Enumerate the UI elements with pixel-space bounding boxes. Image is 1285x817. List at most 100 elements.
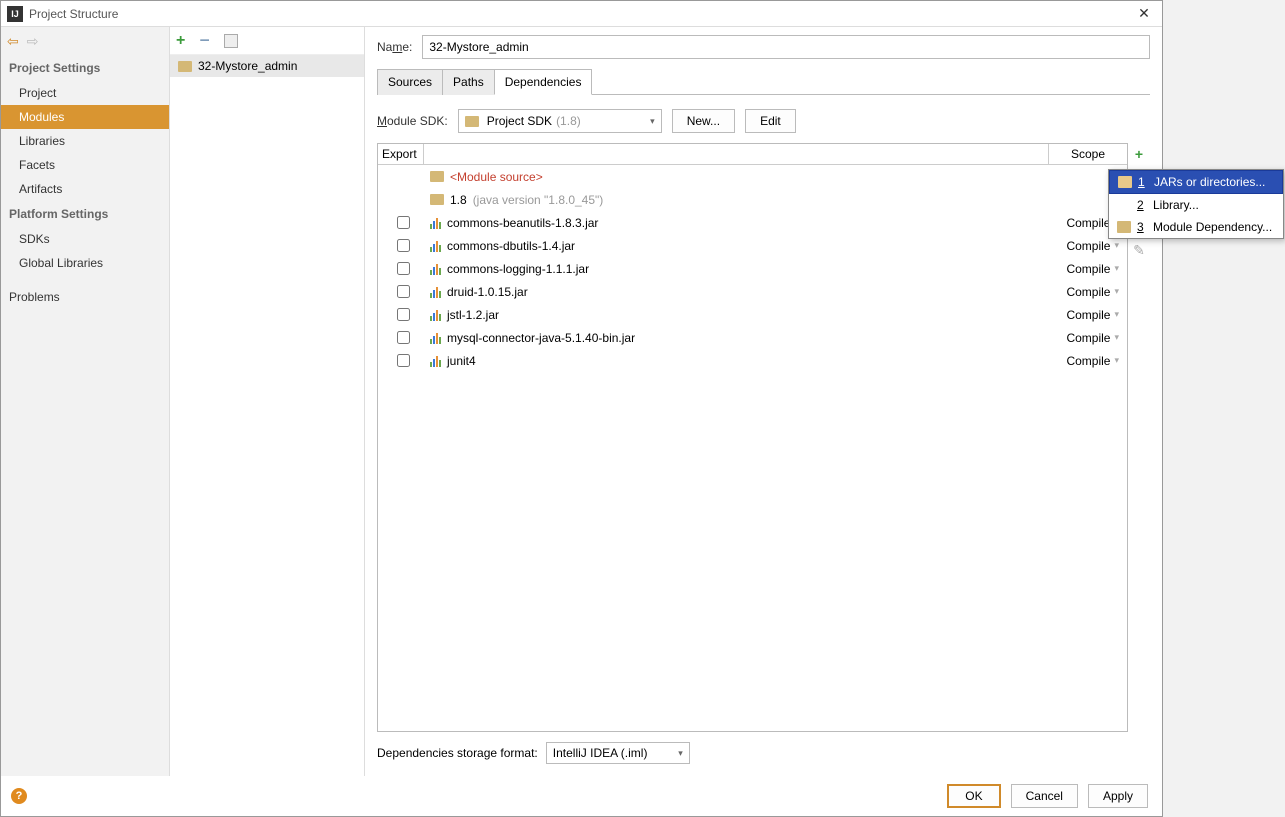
- dep-scope: Compile: [1066, 216, 1110, 230]
- folder-icon: [430, 194, 444, 205]
- sidebar-item-libraries[interactable]: Libraries: [1, 129, 169, 153]
- sidebar-item-global-libraries[interactable]: Global Libraries: [1, 251, 169, 275]
- dependencies-area: Export Scope <Module source>: [377, 143, 1150, 732]
- nav-back-icon[interactable]: ⇦: [7, 33, 19, 50]
- window-title: Project Structure: [29, 7, 1132, 21]
- sidebar-item-artifacts[interactable]: Artifacts: [1, 177, 169, 201]
- chevron-down-icon: ▾: [678, 748, 683, 759]
- sdk-edit-button[interactable]: Edit: [745, 109, 796, 133]
- export-checkbox[interactable]: [397, 354, 410, 367]
- sidebar-item-modules[interactable]: Modules: [1, 105, 169, 129]
- apply-button[interactable]: Apply: [1088, 784, 1148, 808]
- popup-item-num: 3: [1137, 220, 1147, 234]
- chevron-down-icon[interactable]: ▾: [1114, 240, 1119, 251]
- name-label: Name:: [377, 40, 412, 54]
- add-dependency-icon[interactable]: +: [1130, 145, 1148, 163]
- module-node[interactable]: 32-Mystore_admin: [170, 55, 364, 77]
- dep-row[interactable]: jstl-1.2.jarCompile▾: [378, 303, 1127, 326]
- edit-dependency-icon[interactable]: ✎: [1130, 241, 1148, 259]
- dep-scope: Compile: [1066, 239, 1110, 253]
- dep-sdk[interactable]: 1.8 (java version "1.8.0_45"): [378, 188, 1127, 211]
- library-icon: [430, 309, 441, 321]
- copy-module-icon[interactable]: [224, 34, 238, 48]
- col-scope[interactable]: Scope: [1049, 144, 1127, 164]
- dep-scope: Compile: [1066, 285, 1110, 299]
- name-row: Name:: [377, 35, 1150, 59]
- library-icon: [430, 217, 441, 229]
- folder-icon: [1118, 176, 1132, 188]
- sdk-value: Project SDK: [487, 114, 552, 128]
- dependencies-table: Export Scope <Module source>: [377, 143, 1128, 732]
- module-node-label: 32-Mystore_admin: [198, 59, 297, 73]
- close-icon[interactable]: ✕: [1132, 5, 1156, 22]
- dep-row[interactable]: druid-1.0.15.jar Compile ▾: [378, 280, 1127, 303]
- folder-icon: [1117, 221, 1131, 233]
- remove-module-icon[interactable]: −: [199, 30, 210, 51]
- folder-icon: [465, 116, 479, 127]
- dep-module-source[interactable]: <Module source>: [378, 165, 1127, 188]
- help-icon[interactable]: ?: [11, 788, 27, 804]
- popup-item-num: 2: [1137, 198, 1147, 212]
- dep-sdk-name: 1.8: [450, 193, 467, 207]
- dialog-body: ⇦ ⇨ Project Settings Project Modules Lib…: [1, 27, 1162, 776]
- popup-item-label: Library...: [1153, 198, 1199, 212]
- add-module-icon[interactable]: +: [176, 32, 185, 50]
- library-icon: [430, 355, 441, 367]
- sdk-row: Module SDK: Project SDK (1.8) ▾ New... E…: [377, 109, 1150, 133]
- dep-row[interactable]: commons-dbutils-1.4.jar Compile ▾: [378, 234, 1127, 257]
- deps-header: Export Scope: [378, 144, 1127, 165]
- main-panel: Name: Sources Paths Dependencies Module …: [365, 27, 1162, 776]
- tab-paths[interactable]: Paths: [442, 69, 495, 95]
- col-export[interactable]: Export: [378, 144, 424, 164]
- cancel-button[interactable]: Cancel: [1011, 784, 1078, 808]
- export-checkbox[interactable]: [397, 331, 410, 344]
- dep-row[interactable]: commons-beanutils-1.8.3.jarCompile▾: [378, 211, 1127, 234]
- export-checkbox[interactable]: [397, 308, 410, 321]
- popup-item-num: 1: [1138, 175, 1148, 189]
- dialog-footer: ? OK Cancel Apply: [1, 776, 1162, 816]
- chevron-down-icon[interactable]: ▾: [1114, 286, 1119, 297]
- dep-scope: Compile: [1066, 308, 1110, 322]
- dep-row[interactable]: junit4Compile▾: [378, 349, 1127, 372]
- export-checkbox[interactable]: [397, 285, 410, 298]
- sidebar-item-facets[interactable]: Facets: [1, 153, 169, 177]
- sdk-new-button[interactable]: New...: [672, 109, 735, 133]
- sdk-select[interactable]: Project SDK (1.8) ▾: [458, 109, 662, 133]
- dep-row[interactable]: mysql-connector-java-5.1.40-bin.jarCompi…: [378, 326, 1127, 349]
- chevron-down-icon[interactable]: ▾: [1114, 309, 1119, 320]
- ok-button[interactable]: OK: [947, 784, 1000, 808]
- tab-sources[interactable]: Sources: [377, 69, 443, 95]
- deps-body: <Module source> 1.8 (java version "1.8.0…: [378, 165, 1127, 731]
- sidebar-item-project[interactable]: Project: [1, 81, 169, 105]
- popup-item[interactable]: 2 Library...: [1109, 194, 1283, 216]
- chevron-down-icon[interactable]: ▾: [1114, 355, 1119, 366]
- sidebar-item-problems[interactable]: Problems: [1, 285, 169, 309]
- dep-name: commons-dbutils-1.4.jar: [447, 239, 575, 253]
- export-checkbox[interactable]: [397, 216, 410, 229]
- sidebar-item-sdks[interactable]: SDKs: [1, 227, 169, 251]
- popup-item-label: JARs or directories...: [1154, 175, 1265, 189]
- nav-forward-icon[interactable]: ⇨: [27, 33, 39, 50]
- export-checkbox[interactable]: [397, 239, 410, 252]
- module-source-label: <Module source>: [450, 170, 543, 184]
- module-name-input[interactable]: [422, 35, 1150, 59]
- storage-select[interactable]: IntelliJ IDEA (.iml) ▾: [546, 742, 690, 764]
- dep-name: commons-logging-1.1.1.jar: [447, 262, 589, 276]
- library-icon: [430, 286, 441, 298]
- export-checkbox[interactable]: [397, 262, 410, 275]
- tab-dependencies[interactable]: Dependencies: [494, 69, 593, 95]
- chevron-down-icon[interactable]: ▾: [1114, 263, 1119, 274]
- sdk-value-sub: (1.8): [556, 114, 581, 128]
- sidebar-section-platform: Platform Settings: [1, 201, 169, 227]
- dep-row[interactable]: commons-logging-1.1.1.jarCompile▾: [378, 257, 1127, 280]
- modules-panel: + − 32-Mystore_admin: [170, 27, 365, 776]
- chevron-down-icon[interactable]: ▾: [1114, 332, 1119, 343]
- popup-item[interactable]: 3Module Dependency...: [1109, 216, 1283, 238]
- dep-name: commons-beanutils-1.8.3.jar: [447, 216, 598, 230]
- dep-name: mysql-connector-java-5.1.40-bin.jar: [447, 331, 635, 345]
- popup-item[interactable]: 1 JARs or directories...: [1109, 170, 1283, 194]
- dep-sdk-sub: (java version "1.8.0_45"): [473, 193, 604, 207]
- dep-name: junit4: [447, 354, 476, 368]
- dep-name: druid-1.0.15.jar: [447, 285, 528, 299]
- col-name: [424, 144, 1049, 164]
